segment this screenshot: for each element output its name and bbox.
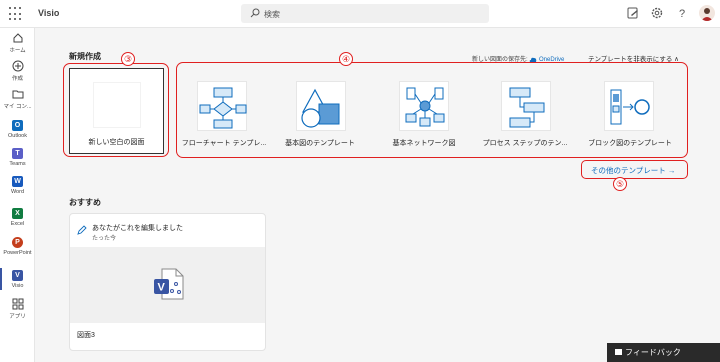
rail-label: Excel [10,221,25,227]
rail-label: ホーム [9,48,26,54]
feedback-button[interactable]: フィードバック [607,343,720,362]
search-box[interactable]: 検索 [241,4,489,23]
settings-icon[interactable] [650,6,664,20]
teams-icon: T [12,148,23,159]
avatar[interactable] [699,5,715,21]
annotation-number-3: ③ [121,52,135,66]
rail-item-outlook[interactable]: O Outlook [0,120,35,146]
rail-item-powerpoint[interactable]: P PowerPoint [0,237,35,263]
rail-label: アプリ [9,314,26,320]
recommended-card[interactable]: あなたがこれを編集しました たった今 V 図面3 [69,213,266,351]
apps-icon [12,298,23,310]
visio-icon: V [12,270,23,281]
feedback-icon [615,349,622,355]
annotation-box-4 [176,62,688,158]
svg-text:V: V [158,282,166,294]
rail-label: 作成 [11,76,23,82]
app-title[interactable]: Visio [38,8,59,18]
file-name: 図面3 [77,332,95,339]
rail-item-visio[interactable]: V Visio [0,270,35,296]
annotation-box-3 [63,63,169,157]
app-launcher-icon[interactable] [9,7,23,21]
visio-file-icon: V [154,268,184,300]
rail-item-apps[interactable]: アプリ [0,298,35,324]
rail-item-teams[interactable]: T Teams [0,148,35,174]
file-preview: V [70,247,265,323]
rail-item-excel[interactable]: X Excel [0,208,35,234]
notes-icon[interactable] [626,6,640,20]
rail-label: PowerPoint [3,250,32,256]
rail-item-home[interactable]: ホーム [0,32,35,58]
rail-item-my-content[interactable]: マイ コン... [0,88,35,114]
feedback-label: フィードバック [625,348,681,357]
svg-text:?: ? [679,8,685,20]
help-icon[interactable]: ? [675,6,689,20]
recommended-title: おすすめ [69,198,101,207]
new-section-title: 新規作成 [69,52,101,61]
home-icon [13,33,22,43]
activity-text: あなたがこれを編集しました [92,225,183,232]
rail-item-create[interactable]: 作成 [0,60,35,86]
left-rail: ホーム 作成 マイ コン... O Outlook T Teams W Word… [0,28,35,362]
rail-label: Visio [11,283,24,289]
excel-icon: X [12,208,23,219]
more-templates-link[interactable]: その他のテンプレート → [591,165,675,176]
annotation-number-4: ④ [339,52,353,66]
create-icon [12,60,23,72]
rail-item-word[interactable]: W Word [0,176,35,202]
search-icon [250,8,260,18]
annotation-number-5: ⑤ [613,177,627,191]
pencil-icon [77,225,87,235]
word-icon: W [12,176,23,187]
activity-time: たった今 [92,236,117,242]
outlook-icon: O [12,120,23,131]
top-bar: Visio 検索 ? [0,0,720,28]
folder-icon [12,90,23,99]
rail-label: Teams [9,161,26,167]
rail-label: マイ コン... [3,104,32,110]
rail-label: Outlook [8,133,27,139]
search-placeholder: 検索 [264,10,280,19]
powerpoint-icon: P [12,237,23,248]
rail-label: Word [10,189,25,195]
